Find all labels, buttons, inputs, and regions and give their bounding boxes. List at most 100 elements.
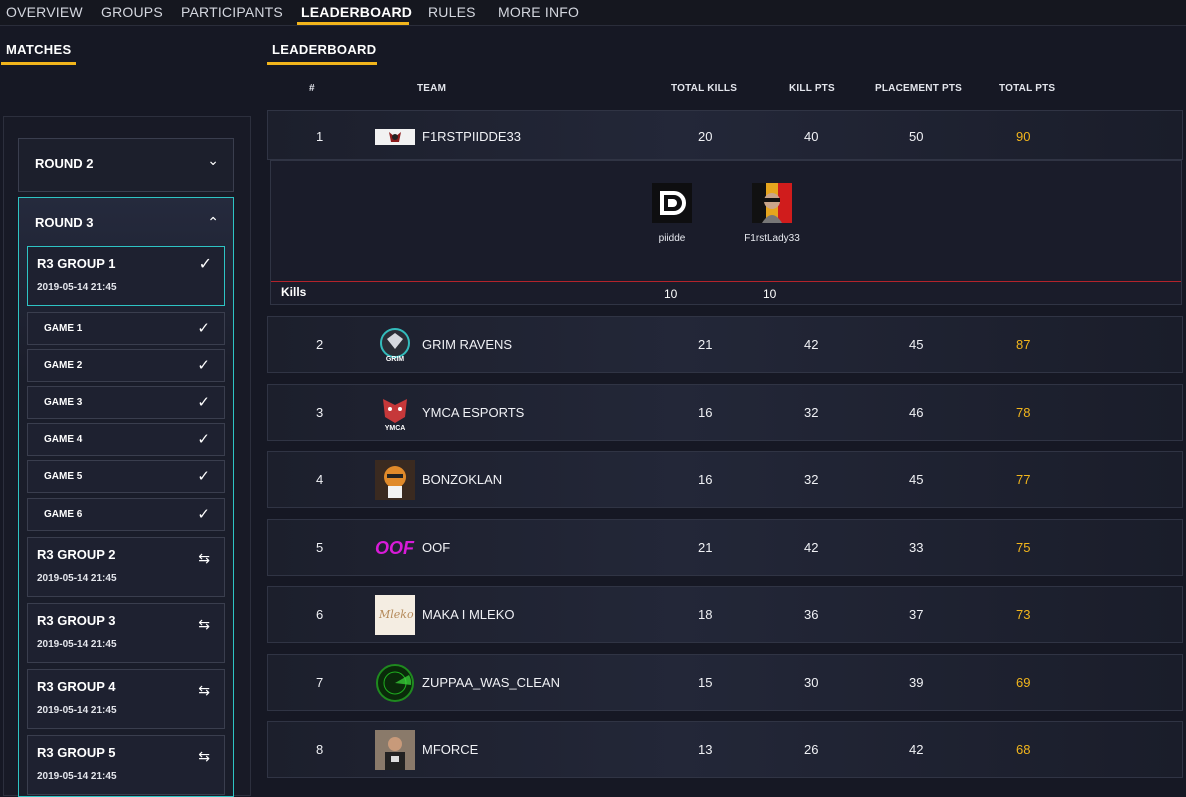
tab-participants[interactable]: PARTICIPANTS — [181, 4, 283, 20]
total-pts-cell: 87 — [1016, 337, 1031, 352]
table-row[interactable]: 2 GRIM GRIM RAVENS 21 42 45 87 — [267, 316, 1183, 373]
total-pts-cell: 77 — [1016, 472, 1031, 487]
team-name: BONZOKLAN — [422, 472, 503, 487]
tab-more-info[interactable]: MORE INFO — [498, 4, 579, 20]
tab-leaderboard[interactable]: LEADERBOARD — [301, 4, 412, 20]
table-row[interactable]: 1 F1RSTPIIDDE33 20 40 50 90 — [267, 110, 1183, 160]
game-item[interactable]: GAME 1 ✓ — [27, 312, 225, 345]
total-pts-cell: 78 — [1016, 405, 1031, 420]
group-date: 2019-05-14 21:45 — [37, 771, 117, 782]
group-date: 2019-05-14 21:45 — [37, 705, 117, 716]
total-pts-cell: 69 — [1016, 675, 1031, 690]
game-label: GAME 6 — [44, 509, 83, 520]
game-item[interactable]: GAME 6 ✓ — [27, 498, 225, 531]
kill-pts-cell: 26 — [804, 742, 819, 757]
game-label: GAME 2 — [44, 360, 83, 371]
game-item[interactable]: GAME 2 ✓ — [27, 349, 225, 382]
sync-icon: ⇆ — [198, 616, 210, 632]
group-item[interactable]: R3 GROUP 1 2019-05-14 21:45 ✓ — [27, 246, 225, 306]
table-row[interactable]: 8 MFORCE 13 26 42 68 — [267, 721, 1183, 778]
kills-cell: 21 — [698, 540, 713, 555]
group-date: 2019-05-14 21:45 — [37, 639, 117, 650]
table-row[interactable]: 4 BONZOKLAN 16 32 45 77 — [267, 451, 1183, 508]
round-3-toggle[interactable]: ROUND 3 ⌃ — [19, 198, 233, 244]
check-icon: ✓ — [197, 320, 210, 337]
team-name: MAKA I MLEKO — [422, 607, 515, 622]
player-card[interactable]: F1rstLady33 — [739, 183, 805, 244]
player-kills: 10 — [664, 287, 678, 301]
team-logo: Mleko — [375, 595, 415, 635]
kills-divider — [271, 281, 1181, 282]
total-pts-cell: 73 — [1016, 607, 1031, 622]
rank-cell: 7 — [316, 675, 324, 690]
active-tab-indicator — [297, 22, 409, 25]
player-avatar — [652, 183, 692, 223]
team-name: ZUPPAA_WAS_CLEAN — [422, 675, 560, 690]
placement-pts-cell: 50 — [909, 129, 924, 144]
team-logo: OOF — [375, 528, 415, 568]
game-item[interactable]: GAME 4 ✓ — [27, 423, 225, 456]
game-label: GAME 3 — [44, 397, 83, 408]
sync-icon: ⇆ — [198, 550, 210, 566]
kill-pts-cell: 42 — [804, 540, 819, 555]
team-logo — [375, 129, 415, 145]
kill-pts-cell: 42 — [804, 337, 819, 352]
kills-cell: 15 — [698, 675, 713, 690]
round-title: ROUND 2 — [35, 156, 94, 171]
matches-heading[interactable]: MATCHES — [6, 42, 71, 57]
table-row[interactable]: 7 ZUPPAA_WAS_CLEAN 15 30 39 69 — [267, 654, 1183, 711]
kills-cell: 13 — [698, 742, 713, 757]
placement-pts-cell: 45 — [909, 337, 924, 352]
team-name: GRIM RAVENS — [422, 337, 513, 352]
placement-pts-cell: 46 — [909, 405, 924, 420]
group-name: R3 GROUP 5 — [37, 745, 116, 760]
rank-cell: 6 — [316, 607, 324, 622]
tab-overview[interactable]: OVERVIEW — [6, 4, 83, 20]
group-date: 2019-05-14 21:45 — [37, 573, 117, 584]
ymca-logo-text: YMCA — [385, 425, 406, 432]
table-row[interactable]: 5 OOF OOF 21 42 33 75 — [267, 519, 1183, 576]
group-item[interactable]: R3 GROUP 5 2019-05-14 21:45 ⇆ — [27, 735, 225, 795]
group-item[interactable]: R3 GROUP 3 2019-05-14 21:45 ⇆ — [27, 603, 225, 663]
oof-logo-text: OOF — [375, 538, 414, 558]
sync-icon: ⇆ — [198, 748, 210, 764]
kill-pts-cell: 30 — [804, 675, 819, 690]
rank-cell: 8 — [316, 742, 324, 757]
kills-cell: 21 — [698, 337, 713, 352]
check-icon: ✓ — [197, 506, 210, 523]
player-card[interactable]: piidde — [649, 183, 695, 244]
kill-pts-cell: 36 — [804, 607, 819, 622]
table-row[interactable]: 3 YMCA YMCA ESPORTS 16 32 46 78 — [267, 384, 1183, 441]
leaderboard-heading[interactable]: LEADERBOARD — [272, 42, 376, 57]
grim-logo-text: GRIM — [386, 356, 404, 363]
player-name: F1rstLady33 — [744, 233, 800, 244]
game-item[interactable]: GAME 5 ✓ — [27, 460, 225, 493]
col-header-kill-pts: KILL PTS — [789, 83, 835, 94]
tab-rules[interactable]: RULES — [428, 4, 476, 20]
round-2-toggle[interactable]: ROUND 2 ⌄ — [18, 138, 234, 192]
table-row[interactable]: 6 Mleko MAKA I MLEKO 18 36 37 73 — [267, 586, 1183, 643]
team-name: MFORCE — [422, 742, 479, 757]
rank-cell: 1 — [316, 129, 324, 144]
total-pts-cell: 75 — [1016, 540, 1031, 555]
rank-cell: 5 — [316, 540, 324, 555]
team-logo: YMCA — [375, 393, 415, 433]
game-label: GAME 4 — [44, 434, 83, 445]
sync-icon: ⇆ — [198, 682, 210, 698]
tab-groups[interactable]: GROUPS — [101, 4, 163, 20]
check-icon: ✓ — [198, 256, 212, 273]
top-nav: OVERVIEW GROUPS PARTICIPANTS LEADERBOARD… — [0, 0, 1186, 26]
game-item[interactable]: GAME 3 ✓ — [27, 386, 225, 419]
check-icon: ✓ — [197, 357, 210, 374]
kills-label: Kills — [281, 285, 307, 299]
team-logo — [375, 730, 415, 770]
group-item[interactable]: R3 GROUP 4 2019-05-14 21:45 ⇆ — [27, 669, 225, 729]
team-name: OOF — [422, 540, 451, 555]
rank-cell: 4 — [316, 472, 324, 487]
player-avatar — [752, 183, 792, 223]
kill-pts-cell: 32 — [804, 405, 819, 420]
matches-underline — [1, 62, 76, 65]
team-logo — [375, 460, 415, 500]
placement-pts-cell: 45 — [909, 472, 924, 487]
group-item[interactable]: R3 GROUP 2 2019-05-14 21:45 ⇆ — [27, 537, 225, 597]
